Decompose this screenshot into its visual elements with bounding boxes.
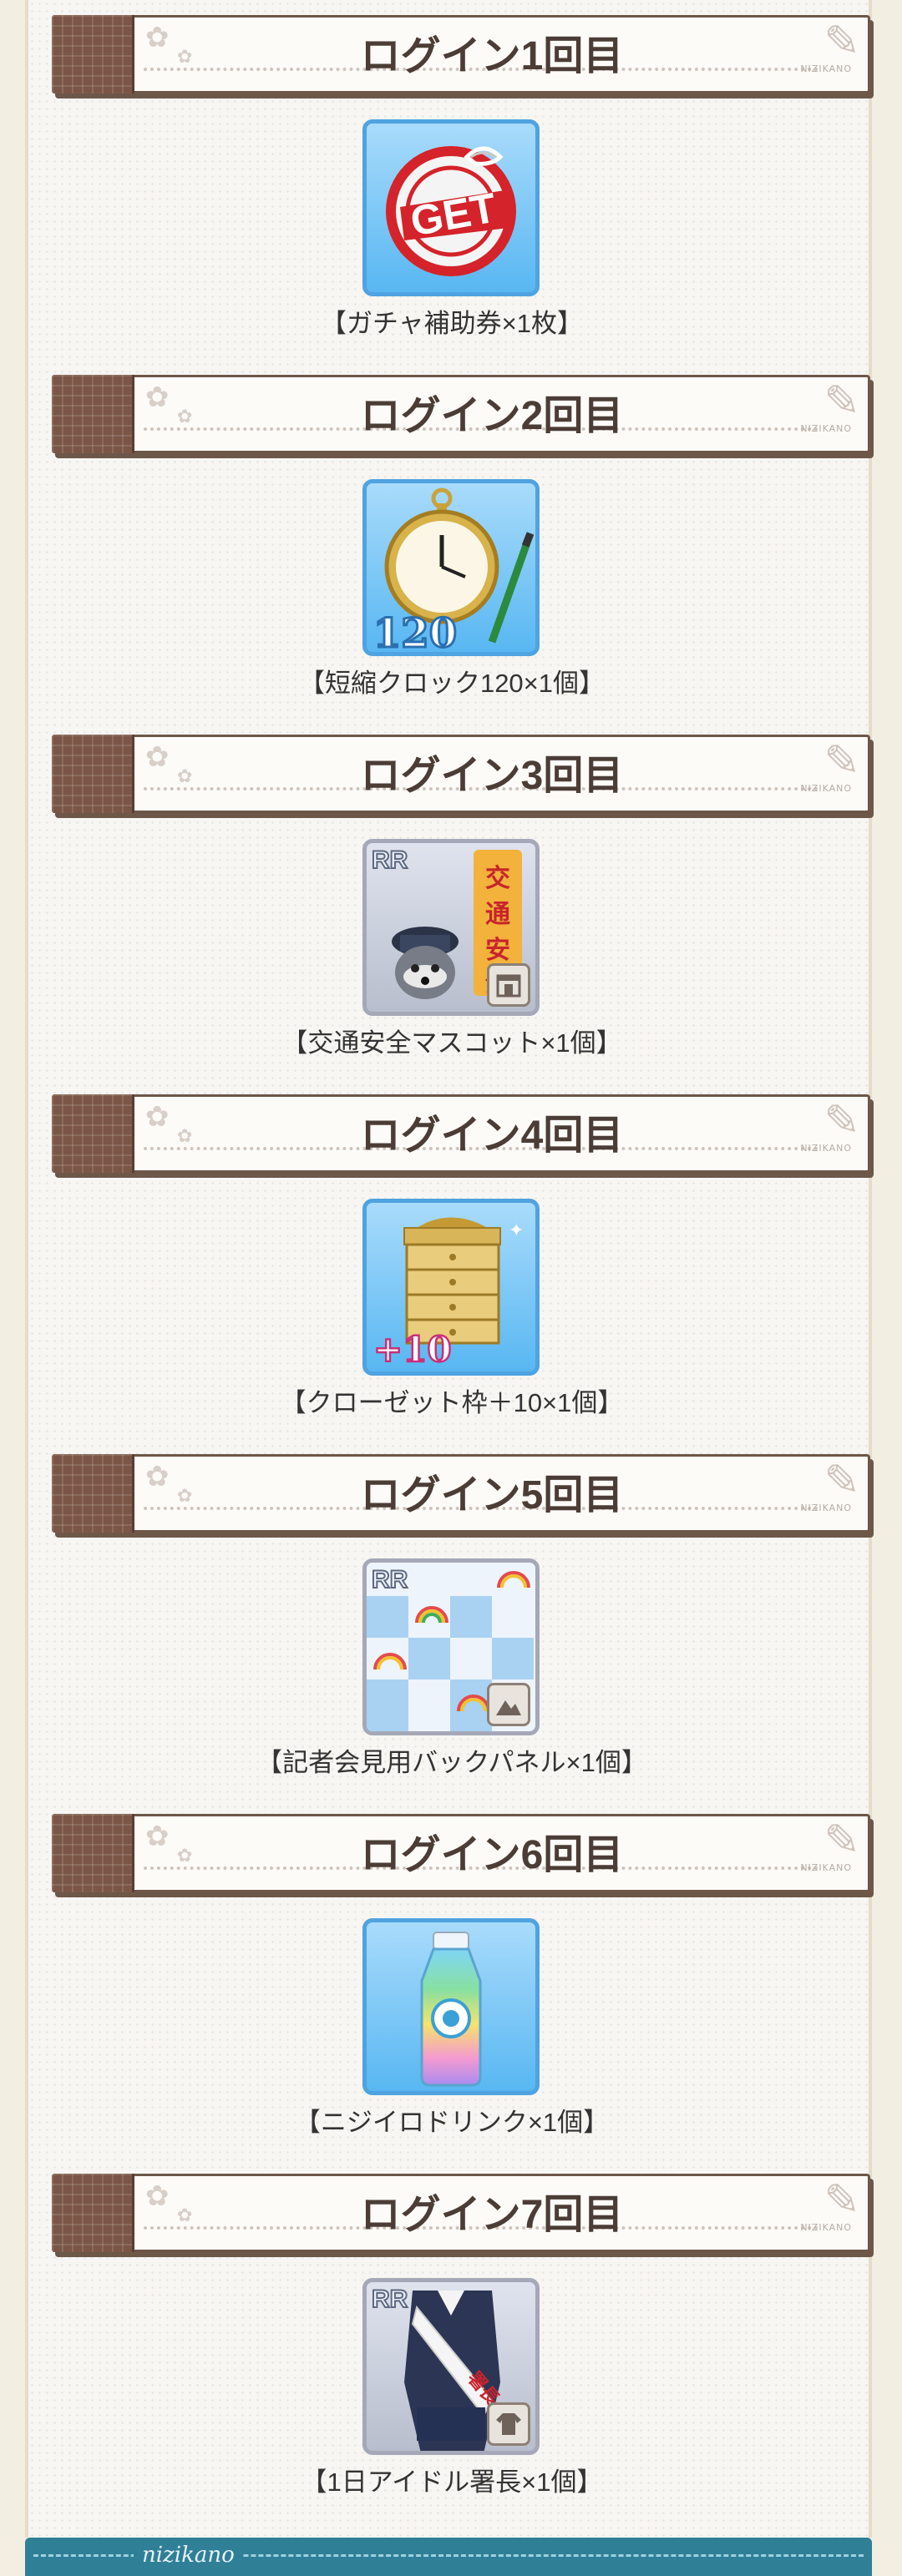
rarity-badge: RR [371, 2285, 408, 2314]
footer-brand: nizikano [134, 2543, 243, 2568]
content-page: ✿ ✿ ✎ NIZIKANO ログイン1回目 GET 【ガチャ補助券×1枚】 ✿… [25, 0, 872, 2538]
svg-text:通: 通 [485, 900, 510, 929]
login-reward-section-7: ✿ ✿ ✎ NIZIKANO ログイン7回目 署長 RR 【1日アイドル署長×1… [28, 2159, 875, 2518]
closet-dresser-icon: ✦ +10 [372, 1217, 524, 1371]
reward-item-label: 【交通安全マスコット×1個】 [281, 1028, 622, 1058]
svg-text:安: 安 [485, 936, 510, 965]
svg-text:交: 交 [485, 864, 510, 893]
section-title: ログイン6回目 [360, 1833, 624, 1877]
footer-bar: nizikano [25, 2538, 872, 2576]
svg-text:+10: +10 [373, 1329, 452, 1370]
interior-category-icon [487, 963, 530, 1007]
login-reward-section-2: ✿ ✿ ✎ NIZIKANO ログイン2回目 120 【短縮クロック120×1個… [28, 360, 875, 720]
section-header: ✿ ✿ ✎ NIZIKANO ログイン7回目 [52, 2174, 877, 2254]
pocket-watch-icon: 120 [372, 487, 535, 652]
section-header: ✿ ✿ ✎ NIZIKANO ログイン6回目 [52, 1814, 877, 1894]
svg-text:120: 120 [373, 610, 457, 652]
reward-item-icon: 交 通 安 全 RR [362, 839, 540, 1016]
reward-item-label: 【記者会見用バックパネル×1個】 [256, 1748, 647, 1777]
reward-item-label: 【クローゼット枠＋10×1個】 [280, 1388, 624, 1417]
reward-item-icon: RR [362, 1558, 540, 1735]
chocolate-tab-decoration [52, 375, 134, 453]
svg-text:✦: ✦ [509, 1220, 524, 1241]
login-reward-section-6: ✿ ✿ ✎ NIZIKANO ログイン6回目 【ニジイロドリンク×1個】 [28, 1799, 875, 2159]
section-header: ✿ ✿ ✎ NIZIKANO ログイン4回目 [52, 1094, 877, 1174]
section-title: ログイン5回目 [360, 1473, 624, 1518]
reward-item-icon: ✦ +10 [362, 1199, 540, 1376]
section-title: ログイン4回目 [360, 1114, 624, 1158]
reward-item-label: 【短縮クロック120×1個】 [298, 669, 606, 698]
reward-item-icon: 署長 RR [362, 2278, 540, 2455]
chocolate-tab-decoration [52, 2174, 134, 2252]
clothing-category-icon [487, 2402, 530, 2446]
chocolate-tab-decoration [52, 1814, 134, 1892]
chocolate-tab-decoration [52, 1094, 134, 1173]
section-title: ログイン1回目 [360, 34, 624, 78]
section-title: ログイン7回目 [360, 2193, 624, 2237]
reward-item-icon: GET [362, 119, 540, 296]
section-title: ログイン3回目 [360, 754, 624, 798]
reward-item-label: 【1日アイドル署長×1個】 [301, 2467, 603, 2497]
chocolate-tab-decoration [52, 15, 134, 93]
reward-item-icon: 120 [362, 479, 540, 656]
rarity-badge: RR [371, 1565, 408, 1594]
reward-item-label: 【ガチャ補助券×1枚】 [320, 309, 584, 338]
section-header: ✿ ✿ ✎ NIZIKANO ログイン1回目 [52, 15, 877, 95]
section-header: ✿ ✿ ✎ NIZIKANO ログイン3回目 [52, 735, 877, 815]
chocolate-tab-decoration [52, 735, 134, 813]
chocolate-tab-decoration [52, 1454, 134, 1533]
login-reward-section-3: ✿ ✿ ✎ NIZIKANO ログイン3回目 交 通 安 全 RR [28, 720, 875, 1079]
section-header: ✿ ✿ ✎ NIZIKANO ログイン5回目 [52, 1454, 877, 1534]
login-reward-section-5: ✿ ✿ ✎ NIZIKANO ログイン5回目 RR 【記者会見用バックパネル×1… [28, 1439, 875, 1799]
rainbow-drink-bottle-icon [420, 1932, 482, 2087]
gacha-ticket-get-icon: GET [386, 146, 516, 276]
background-category-icon [487, 1683, 530, 1726]
reward-item-label: 【ニジイロドリンク×1個】 [294, 2108, 610, 2137]
login-reward-section-4: ✿ ✿ ✎ NIZIKANO ログイン4回目 ✦ +10 【クローゼット枠＋10… [28, 1079, 875, 1439]
section-title: ログイン2回目 [360, 394, 624, 438]
rarity-badge: RR [371, 846, 408, 875]
login-reward-section-1: ✿ ✿ ✎ NIZIKANO ログイン1回目 GET 【ガチャ補助券×1枚】 [28, 0, 875, 360]
section-header: ✿ ✿ ✎ NIZIKANO ログイン2回目 [52, 375, 877, 455]
reward-item-icon [362, 1918, 540, 2095]
